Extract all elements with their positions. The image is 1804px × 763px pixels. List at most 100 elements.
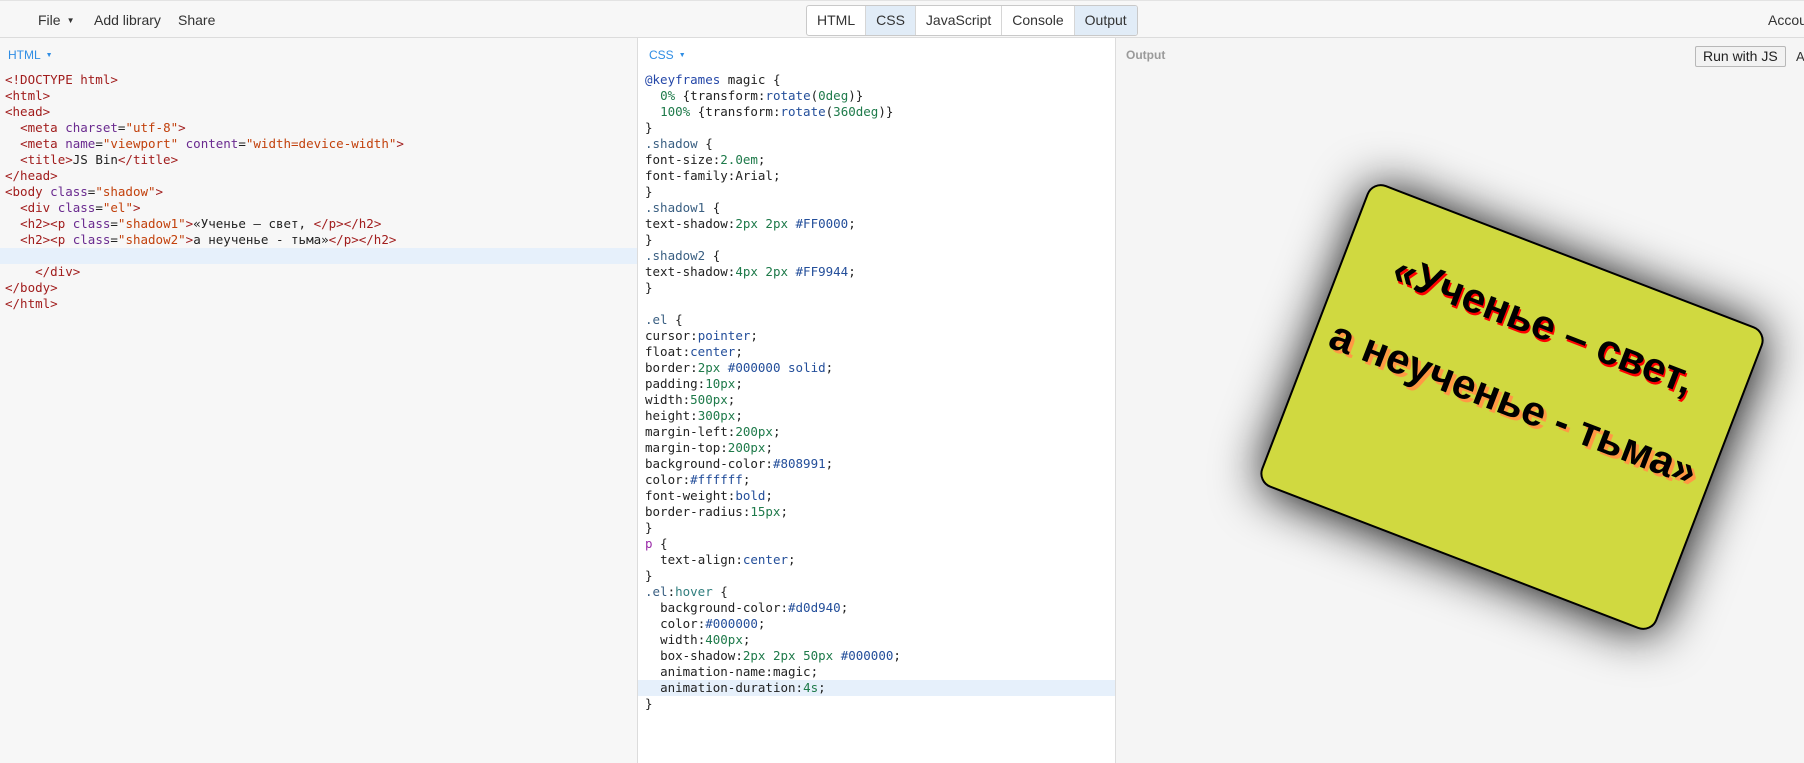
- html-code-line[interactable]: </body>: [0, 280, 637, 296]
- code-token: }: [645, 120, 653, 135]
- css-code-line[interactable]: }: [638, 184, 1115, 200]
- css-code-line[interactable]: background-color:#808991;: [638, 456, 1115, 472]
- html-code-line[interactable]: <head>: [0, 104, 637, 120]
- css-code-editor[interactable]: @keyframes magic { 0% {transform:rotate(…: [638, 72, 1115, 712]
- html-code-line[interactable]: <html>: [0, 88, 637, 104]
- css-code-line[interactable]: p {: [638, 536, 1115, 552]
- run-with-js-button[interactable]: Run with JS: [1695, 46, 1786, 67]
- code-token: (: [810, 88, 819, 103]
- code-token: </div>: [35, 264, 81, 279]
- code-token: color:: [645, 472, 691, 487]
- css-code-line[interactable]: padding:10px;: [638, 376, 1115, 392]
- toggle-output[interactable]: Output: [1074, 6, 1137, 35]
- css-code-line[interactable]: text-align:center;: [638, 552, 1115, 568]
- css-code-line[interactable]: 0% {transform:rotate(0deg)}: [638, 88, 1115, 104]
- css-code-line[interactable]: .el:hover {: [638, 584, 1115, 600]
- css-code-line[interactable]: }: [638, 120, 1115, 136]
- code-token: "shadow2": [117, 232, 186, 247]
- css-code-line[interactable]: text-shadow:2px 2px #FF0000;: [638, 216, 1115, 232]
- css-code-line[interactable]: width:500px;: [638, 392, 1115, 408]
- toggle-css[interactable]: CSS: [866, 6, 916, 35]
- css-code-line[interactable]: .shadow2 {: [638, 248, 1115, 264]
- css-code-line[interactable]: border:2px #000000 solid;: [638, 360, 1115, 376]
- code-token: {: [712, 584, 728, 599]
- css-panel-label[interactable]: CSS ▼: [649, 48, 686, 62]
- code-token: }: [645, 232, 653, 247]
- css-code-line[interactable]: height:300px;: [638, 408, 1115, 424]
- html-code-line[interactable]: <!DOCTYPE html>: [0, 72, 637, 88]
- add-library-menu[interactable]: Add library: [94, 12, 161, 28]
- code-token: {: [652, 536, 668, 551]
- code-token: height:: [645, 408, 698, 423]
- html-code-line[interactable]: <div class="el">: [0, 200, 637, 216]
- toggle-html[interactable]: HTML: [807, 6, 867, 35]
- css-code-line[interactable]: float:center;: [638, 344, 1115, 360]
- account-menu[interactable]: Accou: [1768, 12, 1804, 28]
- css-code-line[interactable]: }: [638, 568, 1115, 584]
- code-token: "shadow": [95, 184, 156, 199]
- code-token: =: [95, 136, 103, 151]
- code-token: .shadow2: [645, 248, 706, 263]
- css-code-line[interactable]: margin-left:200px;: [638, 424, 1115, 440]
- code-token: 2px: [697, 360, 721, 375]
- css-code-line[interactable]: margin-top:200px;: [638, 440, 1115, 456]
- toggle-javascript[interactable]: JavaScript: [916, 6, 1003, 35]
- html-code-line[interactable]: </div>: [0, 264, 637, 280]
- code-token: 400px: [705, 632, 743, 647]
- css-code-line[interactable]: font-size:2.0em;: [638, 152, 1115, 168]
- css-code-line[interactable]: .shadow {: [638, 136, 1115, 152]
- code-token: pointer: [697, 328, 751, 343]
- code-token: ;: [757, 616, 766, 631]
- css-code-line[interactable]: [638, 296, 1115, 312]
- html-code-line[interactable]: <h2><p class="shadow1">«Ученье – свет, <…: [0, 216, 637, 232]
- html-code-editor[interactable]: <!DOCTYPE html> <html> <head> <meta charse…: [0, 72, 637, 312]
- toggle-console[interactable]: Console: [1002, 6, 1075, 35]
- code-token: animation-duration:: [660, 680, 804, 695]
- css-panel-label-text: CSS: [649, 48, 674, 62]
- css-code-line[interactable]: background-color:#d0d940;: [638, 600, 1115, 616]
- css-code-line[interactable]: .el {: [638, 312, 1115, 328]
- html-code-line[interactable]: <body class="shadow">: [0, 184, 637, 200]
- css-code-line[interactable]: box-shadow:2px 2px 50px #000000;: [638, 648, 1115, 664]
- html-code-line[interactable]: <h2><p class="shadow2">а неученье - тьма…: [0, 232, 637, 248]
- code-token: background-color:: [645, 456, 773, 471]
- css-code-line[interactable]: 100% {transform:rotate(360deg)}: [638, 104, 1115, 120]
- css-code-line[interactable]: animation-name:magic;: [638, 664, 1115, 680]
- css-code-line[interactable]: .shadow1 {: [638, 200, 1115, 216]
- code-token: width:: [660, 632, 706, 647]
- css-code-line[interactable]: text-shadow:4px 2px #FF9944;: [638, 264, 1115, 280]
- html-code-line[interactable]: [0, 248, 637, 264]
- code-token: magic;: [772, 664, 819, 679]
- css-code-line[interactable]: animation-duration:4s;: [638, 680, 1115, 696]
- css-code-line[interactable]: cursor:pointer;: [638, 328, 1115, 344]
- share-menu[interactable]: Share: [178, 12, 215, 28]
- css-code-line[interactable]: font-family:Arial;: [638, 168, 1115, 184]
- css-code-line[interactable]: }: [638, 520, 1115, 536]
- css-code-line[interactable]: width:400px;: [638, 632, 1115, 648]
- code-token: #FF9944: [795, 264, 849, 279]
- html-code-line[interactable]: <meta name="viewport" content="width=dev…: [0, 136, 637, 152]
- code-token: )}: [848, 88, 864, 103]
- css-code-line[interactable]: color:#000000;: [638, 616, 1115, 632]
- code-token: <meta: [20, 136, 66, 151]
- css-code-line[interactable]: }: [638, 232, 1115, 248]
- css-code-line[interactable]: font-weight:bold;: [638, 488, 1115, 504]
- auto-run-label[interactable]: A: [1796, 49, 1804, 64]
- html-code-line[interactable]: </head>: [0, 168, 637, 184]
- html-code-line[interactable]: </html>: [0, 296, 637, 312]
- code-token: "utf-8": [125, 120, 179, 135]
- code-token: 360deg: [833, 104, 879, 119]
- css-code-line[interactable]: }: [638, 280, 1115, 296]
- html-code-line[interactable]: <title>JS Bin</title>: [0, 152, 637, 168]
- css-code-line[interactable]: }: [638, 696, 1115, 712]
- css-code-line[interactable]: @keyframes magic {: [638, 72, 1115, 88]
- css-code-line[interactable]: border-radius:15px;: [638, 504, 1115, 520]
- html-code-line[interactable]: <meta charset="utf-8">: [0, 120, 637, 136]
- html-panel-label[interactable]: HTML ▼: [8, 48, 53, 62]
- css-code-line[interactable]: color:#ffffff;: [638, 472, 1115, 488]
- code-token: ;: [840, 600, 849, 615]
- file-menu[interactable]: File ▼: [38, 12, 74, 28]
